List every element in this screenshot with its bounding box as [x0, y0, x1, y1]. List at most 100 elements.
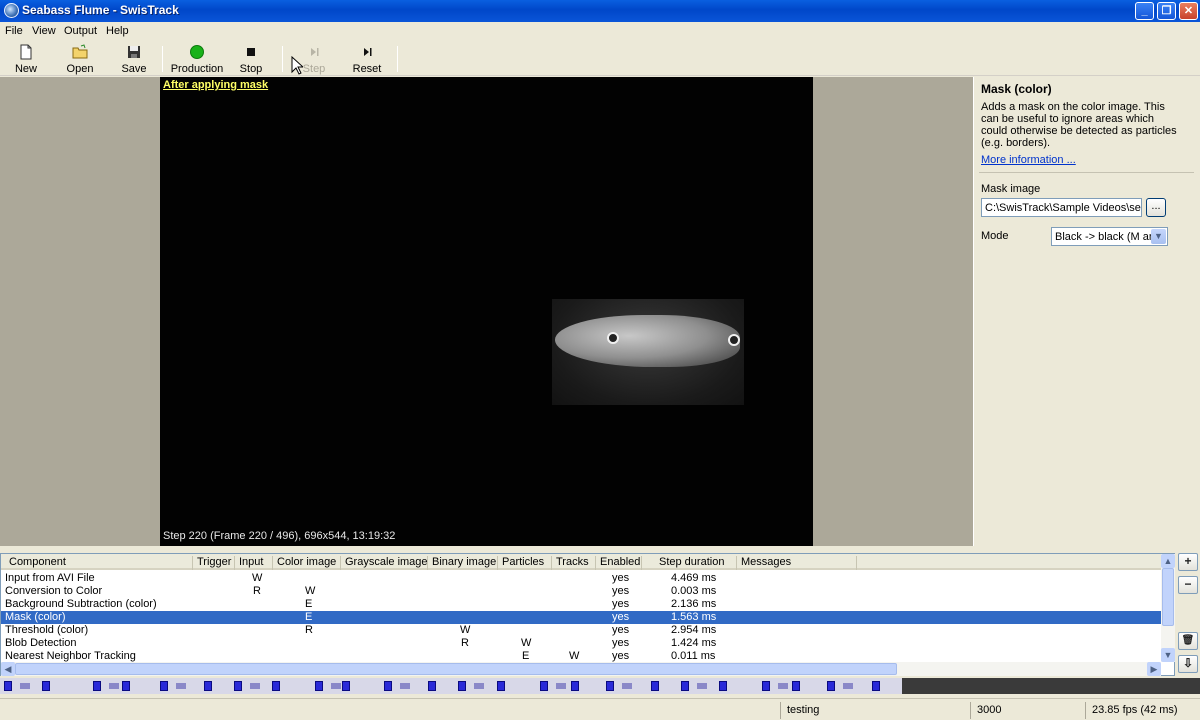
mode-select[interactable]: Black -> black (M and ▼ [1051, 227, 1168, 246]
timeline-bar[interactable] [0, 678, 1200, 694]
col-color-image[interactable]: Color image [273, 556, 341, 570]
timeline-track[interactable] [0, 678, 902, 694]
table-row-selected[interactable]: Mask (color) E yes 1.563 ms [1, 611, 1161, 624]
timeline-marker [843, 683, 853, 689]
table-row[interactable]: Blob Detection R W yes 1.424 ms [1, 637, 1161, 650]
timeline-tick [428, 681, 436, 691]
timeline-tick [681, 681, 689, 691]
col-step-duration[interactable]: Step duration [642, 556, 737, 570]
remove-component-button[interactable]: − [1178, 576, 1198, 594]
scroll-left-icon[interactable]: ◀ [1, 662, 15, 676]
timeline-tick [160, 681, 168, 691]
timeline-tick [42, 681, 50, 691]
row-enabled: yes [612, 585, 630, 597]
table-row[interactable]: Threshold (color) R W yes 2.954 ms [1, 624, 1161, 637]
reset-button[interactable]: Reset [350, 44, 384, 76]
timeline-marker [176, 683, 186, 689]
menu-file[interactable]: File [5, 25, 23, 37]
menu-output[interactable]: Output [64, 25, 97, 37]
open-button[interactable]: Open [62, 44, 98, 76]
row-duration: 1.424 ms [671, 637, 717, 649]
trash-icon[interactable]: 🗑 [1178, 632, 1198, 650]
timeline-tick [234, 681, 242, 691]
maximize-button[interactable]: ❐ [1157, 2, 1176, 20]
particle-marker [728, 334, 740, 346]
table-row[interactable]: Background Subtraction (color) E yes 2.1… [1, 598, 1161, 611]
col-tracks[interactable]: Tracks [552, 556, 596, 570]
col-particles[interactable]: Particles [498, 556, 552, 570]
scroll-up-icon[interactable]: ▲ [1161, 554, 1175, 568]
menu-view[interactable]: View [32, 25, 56, 37]
vertical-scroll-thumb[interactable] [1162, 568, 1174, 626]
mouse-cursor-icon [291, 56, 303, 75]
row-duration: 2.136 ms [671, 598, 717, 610]
reset-label: Reset [352, 63, 382, 75]
vertical-scrollbar[interactable]: ▲ ▼ [1161, 554, 1175, 662]
video-display[interactable]: After applying mask Step 220 (Frame 220 … [160, 77, 813, 546]
col-trigger[interactable]: Trigger [193, 556, 235, 570]
component-title: Mask (color) [981, 82, 1052, 96]
reset-icon [364, 48, 372, 56]
status-fps: 23.85 fps (42 ms) [1085, 702, 1200, 719]
timeline-tick [571, 681, 579, 691]
app-icon [4, 3, 19, 18]
menu-bar: File View Output Help [0, 22, 1200, 40]
new-button[interactable]: New [10, 44, 42, 76]
timeline-marker [697, 683, 707, 689]
stop-button[interactable]: Stop [236, 44, 266, 76]
display-caption[interactable]: After applying mask [163, 79, 268, 91]
save-button[interactable]: Save [118, 44, 150, 76]
row-binary: R [461, 637, 469, 649]
open-label: Open [66, 63, 94, 75]
timeline-tick [122, 681, 130, 691]
new-file-icon [20, 44, 32, 60]
table-row[interactable]: Nearest Neighbor Tracking E W yes 0.011 … [1, 650, 1161, 662]
row-name: Blob Detection [5, 637, 77, 649]
browse-button[interactable]: ... [1146, 198, 1166, 217]
scroll-down-icon[interactable]: ▼ [1161, 648, 1175, 662]
row-enabled: yes [612, 598, 630, 610]
col-input[interactable]: Input [235, 556, 273, 570]
horizontal-scrollbar[interactable]: ◀ ▶ [1, 662, 1161, 676]
component-description: Adds a mask on the color image. This can… [981, 101, 1177, 149]
timeline-marker [622, 683, 632, 689]
open-folder-icon [72, 44, 88, 59]
particle-marker [607, 332, 619, 344]
move-down-button[interactable]: ⇩ [1178, 655, 1198, 673]
close-button[interactable]: ✕ [1179, 2, 1198, 20]
scroll-right-icon[interactable]: ▶ [1147, 662, 1161, 676]
timeline-tick [540, 681, 548, 691]
col-enabled[interactable]: Enabled [596, 556, 642, 570]
col-grayscale-image[interactable]: Grayscale image [341, 556, 428, 570]
row-name: Input from AVI File [5, 572, 95, 584]
mask-image-label: Mask image [981, 183, 1041, 195]
col-component[interactable]: Component [5, 556, 193, 570]
minimize-button[interactable]: _ [1135, 2, 1154, 20]
timeline-marker [250, 683, 260, 689]
timeline-tick [792, 681, 800, 691]
row-input: R [253, 585, 261, 597]
menu-help[interactable]: Help [106, 25, 129, 37]
mask-image-field[interactable]: C:\SwisTrack\Sample Videos\seaba [981, 198, 1142, 217]
horizontal-scroll-thumb[interactable] [15, 663, 897, 675]
component-config-panel: Mask (color) Adds a mask on the color im… [973, 77, 1200, 546]
col-messages[interactable]: Messages [737, 556, 857, 570]
chevron-down-icon[interactable]: ▼ [1151, 229, 1166, 244]
components-list: Component Trigger Input Color image Gray… [0, 553, 1175, 676]
timeline-marker [20, 683, 30, 689]
timeline-tick [342, 681, 350, 691]
title-bar: Seabass Flume - SwisTrack _ ❐ ✕ [0, 0, 1200, 22]
col-binary-image[interactable]: Binary image [428, 556, 498, 570]
save-disk-icon [128, 46, 140, 58]
stop-label: Stop [239, 63, 263, 75]
stop-square-icon [247, 48, 255, 56]
table-row[interactable]: Conversion to Color R W yes 0.003 ms [1, 585, 1161, 598]
more-information-link[interactable]: More information ... [981, 154, 1076, 166]
table-row[interactable]: Input from AVI File W yes 4.469 ms [1, 572, 1161, 585]
row-color: W [305, 585, 316, 597]
timeline-tick [872, 681, 880, 691]
production-label: Production [170, 63, 224, 75]
add-component-button[interactable]: + [1178, 553, 1198, 571]
status-mode: testing [780, 702, 975, 719]
production-button[interactable]: Production [168, 44, 226, 76]
